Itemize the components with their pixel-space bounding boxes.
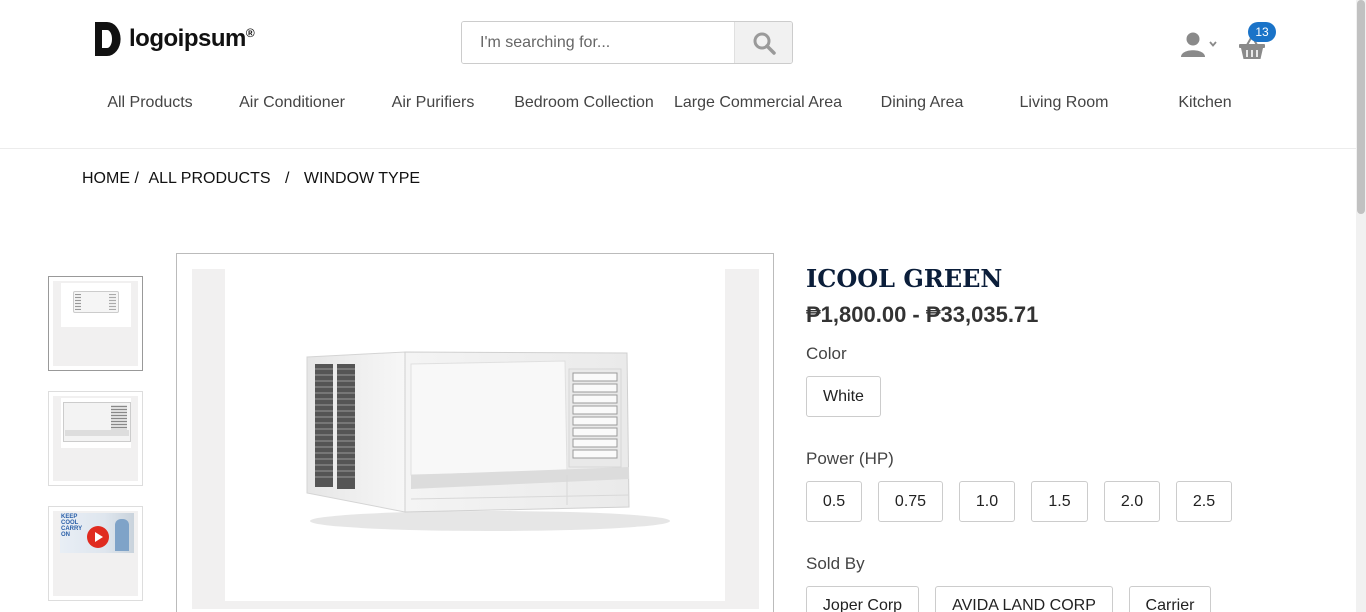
logo-mark-icon [93,20,121,58]
search-button[interactable] [734,22,792,63]
power-option-0-5[interactable]: 0.5 [806,481,862,522]
product-price-range: ₱1,800.00 - ₱33,035.71 [806,302,1039,327]
nav-item-living-room[interactable]: Living Room [1020,94,1109,112]
product-title: ICOOL GREEN [806,264,1003,293]
power-option-0-75[interactable]: 0.75 [878,481,943,522]
color-option-white[interactable]: White [806,376,881,417]
breadcrumb: HOME / ALL PRODUCTS / WINDOW TYPE [82,170,426,188]
sold-by-label: Sold By [806,554,865,573]
breadcrumb-all-products[interactable]: ALL PRODUCTS [148,170,270,187]
category-nav: All Products Air Conditioner Air Purifie… [0,94,1366,116]
seller-option-avida-land-corp[interactable]: AVIDA LAND CORP [935,586,1113,612]
play-icon [85,526,111,553]
product-thumbnail[interactable] [48,276,143,371]
power-option-2-5[interactable]: 2.5 [1176,481,1232,522]
power-option-2-0[interactable]: 2.0 [1104,481,1160,522]
breadcrumb-separator: / [285,170,290,187]
image-background [192,269,759,609]
scrollbar-thumb[interactable] [1357,0,1365,214]
power-label: Power (HP) [806,449,894,468]
breadcrumb-home[interactable]: HOME / [82,170,139,187]
thumbnail-image [53,396,138,481]
logo[interactable]: logoipsum® [93,20,255,58]
cart-count-badge: 13 [1248,22,1276,42]
thumbnail-image: KEEP COOL CARRY ON [53,511,138,596]
user-icon [1181,32,1205,57]
image-canvas [225,269,725,601]
nav-item-air-conditioner[interactable]: Air Conditioner [239,94,345,112]
search-icon [753,32,776,55]
account-menu[interactable] [1180,31,1218,57]
main-product-image[interactable] [176,253,774,612]
header-divider [0,148,1356,149]
nav-item-large-commercial-area[interactable]: Large Commercial Area [674,94,842,112]
nav-item-kitchen[interactable]: Kitchen [1178,94,1231,112]
power-option-1-0[interactable]: 1.0 [959,481,1015,522]
nav-item-air-purifiers[interactable]: Air Purifiers [392,94,475,112]
power-option-1-5[interactable]: 1.5 [1031,481,1088,522]
chevron-down-icon [1209,41,1217,47]
logo-text: logoipsum® [129,25,255,52]
search-input[interactable] [462,22,734,63]
color-label: Color [806,344,847,363]
product-thumbnail[interactable] [48,391,143,486]
nav-item-all-products[interactable]: All Products [107,94,192,112]
video-thumbnail-text: KEEP COOL CARRY ON [61,514,83,538]
seller-option-joper-corp[interactable]: Joper Corp [806,586,919,612]
nav-item-dining-area[interactable]: Dining Area [881,94,964,112]
air-conditioner-image [306,351,670,531]
thumbnail-image [53,281,138,366]
nav-item-bedroom-collection[interactable]: Bedroom Collection [514,94,654,112]
breadcrumb-current[interactable]: WINDOW TYPE [304,170,420,187]
search-bar [461,21,793,64]
video-thumbnail[interactable]: KEEP COOL CARRY ON [48,506,143,601]
seller-option-carrier[interactable]: Carrier [1129,586,1211,612]
